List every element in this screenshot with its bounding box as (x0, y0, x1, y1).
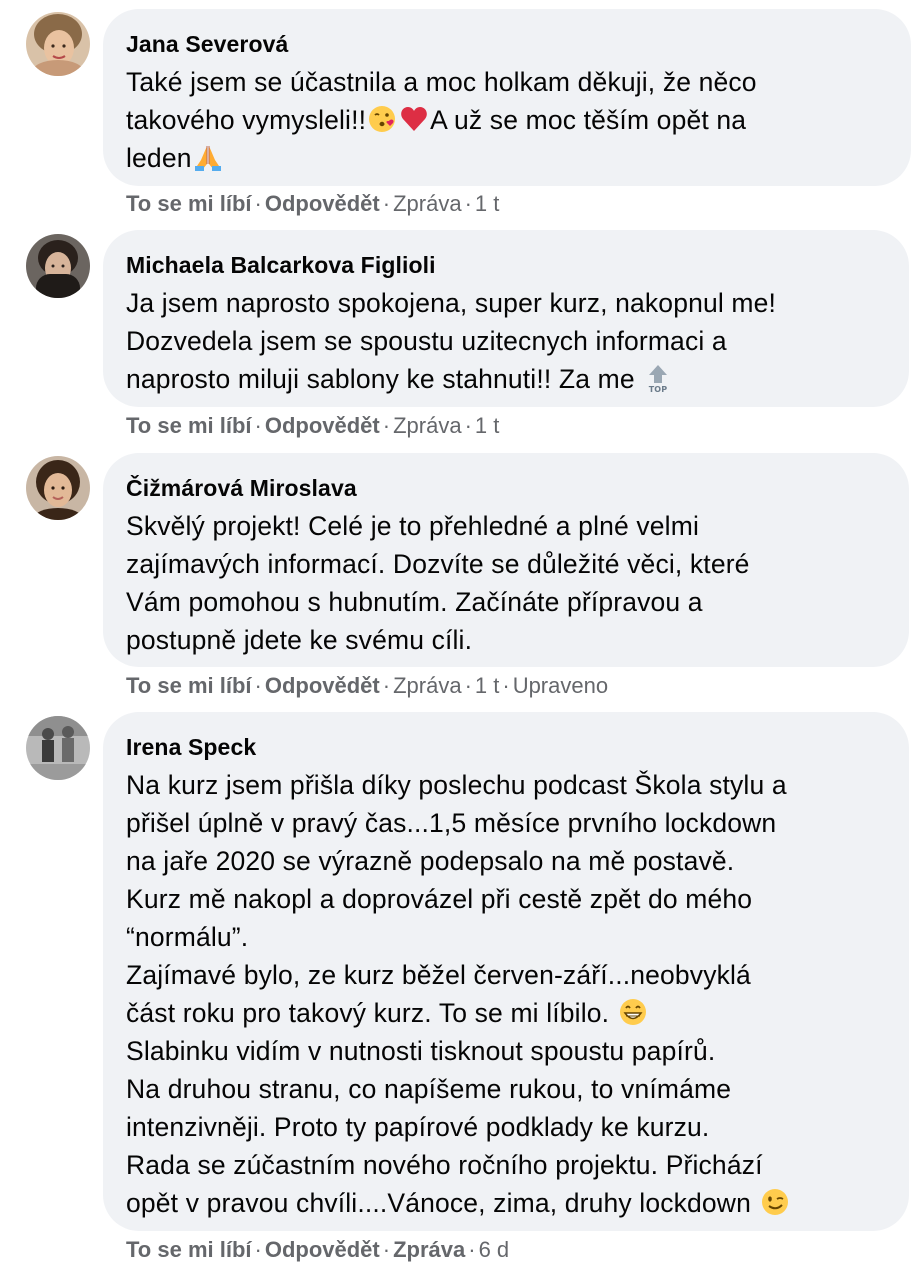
avatar[interactable] (26, 716, 90, 780)
comment-bubble: Irena Speck Na kurz jsem přišla díky pos… (103, 712, 909, 1231)
comment-text-line: Na kurz jsem přišla díky poslechu podcas… (126, 770, 787, 800)
top-label: TOP (649, 385, 668, 393)
comment-text-line: přišel úplně v pravý čas...1,5 měsíce pr… (126, 808, 777, 838)
like-button[interactable]: To se mi líbí (126, 673, 252, 698)
comment-text-line: postupně jdete ke svému cíli. (126, 625, 473, 655)
comment-text-line: Také jsem se účastnila a moc holkam děku… (126, 67, 757, 97)
edited-label[interactable]: Upraveno (513, 673, 608, 698)
grinning-face-emoji-icon (618, 997, 648, 1027)
comment-text-line: intenzivněji. Proto ty papírové podklady… (126, 1112, 710, 1142)
winking-face-emoji-icon (760, 1187, 790, 1217)
comment-actions: To se mi líbí · Odpovědět · Zpráva · 1 t · Uprav… (126, 673, 609, 698)
comment-text-line: Zajímavé bylo, ze kurz běžel červen-září… (126, 960, 751, 990)
report-button[interactable]: Zpráva (393, 673, 461, 698)
comment-actions: To se mi líbí · Odpovědět · Zpráva · 1 t (126, 191, 500, 216)
comment-text-line: zajímavých informací. Dozvíte se důležit… (126, 549, 750, 579)
reply-button[interactable]: Odpovědět (265, 1237, 380, 1262)
comment-actions: To se mi líbí · Odpovědět · Zpráva · 1 t (126, 413, 500, 438)
reply-button[interactable]: Odpovědět (265, 191, 380, 216)
like-button[interactable]: To se mi líbí (126, 413, 252, 438)
report-button[interactable]: Zpráva (393, 191, 461, 216)
comment-text-line: Kurz mě nakopl a doprovázel při cestě zp… (126, 884, 753, 914)
comment-text-line: “normálu”. (126, 922, 249, 952)
comment-text-line: Ja jsem naprosto spokojena, super kurz, … (126, 288, 777, 318)
like-button[interactable]: To se mi líbí (126, 191, 252, 216)
avatar[interactable] (26, 234, 90, 298)
avatar[interactable] (26, 12, 90, 76)
top-arrow-emoji-icon: TOP (643, 363, 673, 393)
comment-text-line: takového vymysleli!! A už se moc těším op… (126, 104, 747, 135)
comment-text-line: Vám pomohou s hubnutím. Začínáte příprav… (126, 587, 703, 617)
red-heart-emoji-icon (399, 104, 429, 134)
folded-hands-emoji-icon (193, 142, 223, 172)
comment-text-line: Slabinku vidím v nutnosti tisknout spous… (126, 1036, 716, 1066)
comment-author[interactable]: Jana Severová (126, 29, 885, 59)
comment-text-line: leden (126, 139, 885, 177)
comment-text-line: část roku pro takový kurz. To se mi líbi… (126, 994, 883, 1032)
comment-text-line: Skvělý projekt! Celé je to přehledné a p… (126, 511, 699, 541)
report-button[interactable]: Zpráva (393, 413, 461, 438)
comment-timestamp[interactable]: 1 t (475, 413, 499, 438)
comment-timestamp[interactable]: 1 t (475, 191, 499, 216)
comment-timestamp[interactable]: 6 d (479, 1237, 510, 1262)
comment-text-line: Rada se zúčastním nového ročního projekt… (126, 1150, 763, 1180)
report-button[interactable]: Zpráva (393, 1237, 465, 1262)
avatar[interactable] (26, 456, 90, 520)
comment-text-line: Na druhou stranu, co napíšeme rukou, to … (126, 1074, 732, 1104)
reply-button[interactable]: Odpovědět (265, 413, 380, 438)
comment-bubble: Michaela Balcarkova Figlioli Ja jsem nap… (103, 230, 909, 407)
comment-author[interactable]: Irena Speck (126, 732, 883, 762)
comment-actions: To se mi líbí · Odpovědět · Zpráva · 6 d (126, 1237, 510, 1262)
comment-author[interactable]: Michaela Balcarkova Figlioli (126, 250, 883, 280)
comment-bubble: Jana Severová Také jsem se účastnila a m… (103, 9, 911, 186)
comment-timestamp[interactable]: 1 t (475, 673, 499, 698)
comment-text-line: naprosto miluji sablony ke stahnuti!! Za… (126, 360, 883, 398)
comment-text-line: opět v pravou chvíli....Vánoce, zima, dr… (126, 1184, 883, 1222)
like-button[interactable]: To se mi líbí (126, 1237, 252, 1262)
kissing-face-emoji-icon (367, 104, 397, 134)
comment-text-line: na jaře 2020 se výrazně podepsalo na mě … (126, 846, 735, 876)
comment-bubble: Čižmárová Miroslava Skvělý projekt! Celé… (103, 453, 909, 667)
comment-text-line: Dozvedela jsem se spoustu uzitecnych inf… (126, 326, 727, 356)
reply-button[interactable]: Odpovědět (265, 673, 380, 698)
comment-author[interactable]: Čižmárová Miroslava (126, 473, 883, 503)
